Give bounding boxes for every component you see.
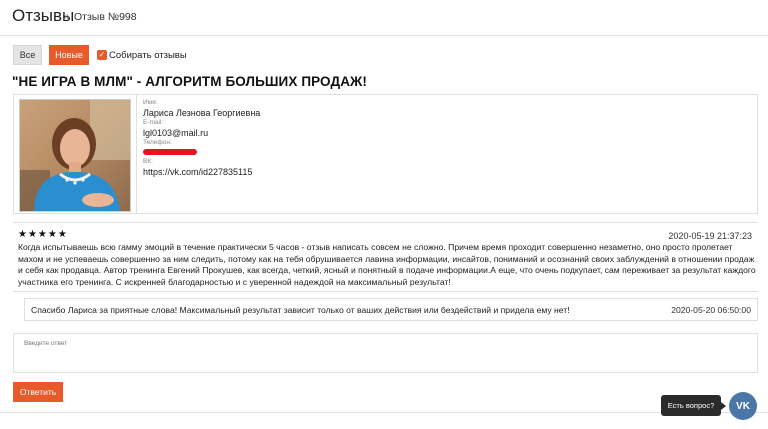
page-header: Отзывы » Отзыв №998 <box>0 0 768 36</box>
filter-all-button[interactable]: Все <box>13 45 42 65</box>
breadcrumb-current: Отзыв №998 <box>74 11 137 23</box>
phone-label: Телефон: <box>143 139 172 146</box>
breadcrumb-separator: » <box>63 9 70 23</box>
reply-date: 2020-05-20 06:50:00 <box>671 305 751 315</box>
footer-divider <box>0 412 768 413</box>
vk-chat-button[interactable]: VK <box>729 392 757 420</box>
review-date: 2020-05-19 21:37:23 <box>668 231 752 241</box>
author-photo <box>19 99 131 212</box>
answer-input[interactable] <box>13 333 758 373</box>
collect-reviews-label[interactable]: Собирать отзывы <box>109 50 187 61</box>
product-title: "НЕ ИГРА В МЛМ" - АЛГОРИТМ БОЛЬШИХ ПРОДА… <box>12 74 367 89</box>
email-label: E-mail: <box>143 119 164 126</box>
author-card: Имя: Лариса Лезнова Георгиевна E-mail: l… <box>13 94 758 214</box>
reply-block: Спасибо Лариса за приятные слова! Максим… <box>24 298 758 321</box>
reply-text: Спасибо Лариса за приятные слова! Максим… <box>31 305 570 315</box>
vk-icon: VK <box>736 400 750 412</box>
phone-redacted <box>143 149 197 155</box>
review-block: ★★★★★ 2020-05-19 21:37:23 Когда испытыва… <box>13 222 758 292</box>
author-photo-image <box>20 100 130 211</box>
author-email[interactable]: lgl0103@mail.ru <box>143 127 260 139</box>
name-label: Имя: <box>143 99 158 106</box>
filter-new-button[interactable]: Новые <box>49 45 89 65</box>
question-tooltip[interactable]: Есть вопрос? <box>661 395 726 416</box>
author-vk-link[interactable]: https://vk.com/id227835115 <box>143 166 260 178</box>
author-name: Лариса Лезнова Георгиевна <box>143 108 261 118</box>
submit-answer-button[interactable]: Ответить <box>13 382 63 402</box>
card-divider <box>136 95 137 213</box>
rating-stars: ★★★★★ <box>18 229 68 240</box>
collect-reviews-checkbox[interactable]: ✓ <box>97 50 107 60</box>
author-info: Имя: Лариса Лезнова Георгиевна E-mail: l… <box>143 99 260 178</box>
vk-label: ВК: <box>143 158 153 165</box>
review-text: Когда испытываешь всю гамму эмоций в теч… <box>18 242 756 287</box>
